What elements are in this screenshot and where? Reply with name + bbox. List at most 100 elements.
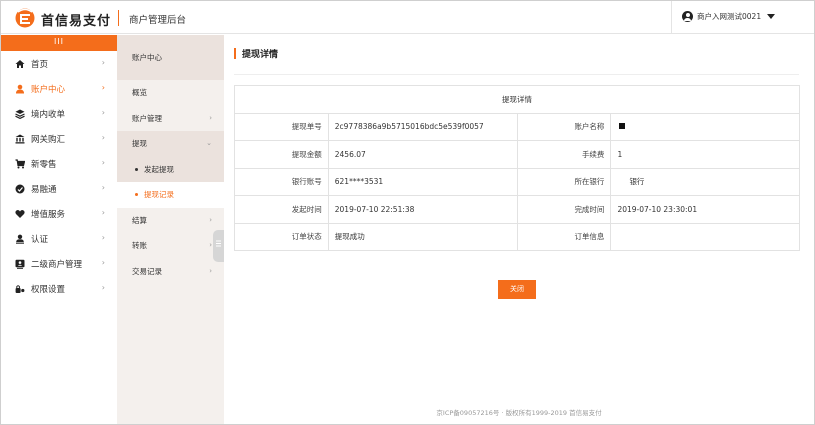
bank-name-value: 银行 [610,167,800,196]
subnav-title: 账户中心 [117,35,224,80]
sidebar-item-label: 易融通 [31,184,57,195]
chevron-right-icon: › [209,266,212,275]
field-label: 订单信息 [516,222,612,251]
sidebar-item-label: 网关购汇 [31,134,66,145]
sidebar-item-sub-merchant[interactable]: 二级商户管理 › [1,251,117,276]
page-title: 提现详情 [234,47,278,60]
subnav-item-label: 转账 [132,241,147,251]
sidebar-item-permissions[interactable]: 权限设置 › [1,276,117,301]
masked-name-icon [619,123,626,130]
account-name-value [610,112,800,141]
chevron-right-icon: › [209,241,212,249]
sidebar-item-label: 境内收单 [31,109,66,120]
bullet-icon [135,167,138,171]
user-menu[interactable]: 商户入网测试0021 [682,11,776,22]
bank-name-text: 银行 [629,177,645,187]
app-window: 首信易支付 商户管理后台 商户入网测试0021 III 首页 › 账户中心 › … [0,0,815,425]
order-status: 提现成功 [327,222,518,251]
sidebar-item-label: 权限设置 [31,284,66,295]
id-card-icon [15,259,25,269]
sidebar-item-label: 新零售 [31,159,57,170]
collapse-subnav-handle[interactable] [213,230,224,262]
subnav-item-label: 概览 [132,88,147,98]
sidebar-item-label: 二级商户管理 [31,259,83,270]
sidebar-item-domestic-acquiring[interactable]: 境内收单 › [1,101,117,126]
sidebar-item-value-added[interactable]: 增值服务 › [1,201,117,226]
subnav-item-transfer[interactable]: 转账 › [117,233,224,259]
bank-account-no: 621****3531 [327,167,518,196]
order-info-value [610,222,800,251]
chevron-right-icon: › [101,283,105,292]
top-header: 首信易支付 商户管理后台 商户入网测试0021 [1,1,814,34]
title-divider [234,74,799,75]
header-right-divider [671,1,672,34]
table-row: 提现金额 2456.07 手续费 1 [234,140,800,169]
chevron-right-icon: › [209,215,212,224]
heart-icon [15,209,25,219]
table-caption: 提现详情 [234,85,800,114]
initiated-time: 2019-07-10 22:51:38 [327,195,518,224]
bullet-icon [135,193,138,197]
sidebar-item-gateway-fx[interactable]: 网关购汇 › [1,126,117,151]
brand-logo-icon [15,8,35,28]
secondary-sidebar: 账户中心 概览 账户管理 › 提现 ⌄ 发起提现 提现记录 结算 › 转账 › [117,35,224,424]
close-button[interactable]: 关闭 [498,280,536,299]
table-row: 发起时间 2019-07-10 22:51:38 完成时间 2019-07-10… [234,195,800,224]
subnav-item-account-management[interactable]: 账户管理 › [117,106,224,132]
subnav-item-transactions[interactable]: 交易记录 › [117,259,224,285]
sidebar-toggle[interactable]: III [1,35,117,51]
subnav-item-label: 账户管理 [132,113,162,123]
chevron-right-icon: › [101,233,105,242]
caret-down-icon [767,14,776,19]
user-name: 商户入网测试0021 [697,12,762,21]
brand-name: 首信易支付 [41,14,112,29]
person-check-icon [15,234,25,244]
chevron-right-icon: › [101,58,105,67]
sidebar-item-yirongtong[interactable]: 易融通 › [1,176,117,201]
field-label: 账户名称 [516,112,612,141]
table-caption-row: 提现详情 [234,85,800,114]
main-content: 提现详情 提现详情 提现单号 2c9778386a9b5715016bdc5e5… [224,35,814,424]
layers-icon [15,109,25,119]
field-label: 订单状态 [234,222,329,251]
field-label: 银行账号 [234,167,329,196]
header-divider [118,10,119,26]
completed-time: 2019-07-10 23:30:01 [610,195,800,224]
account-icon [682,11,693,22]
footer-copyright: 京ICP备09057216号 · 版权所有1999-2019 首信易支付 [436,409,602,417]
table-row: 银行账号 621****3531 所在银行 银行 [234,167,800,196]
sidebar-item-account-center[interactable]: 账户中心 › [1,76,117,101]
menu-lines-icon [216,243,221,244]
field-label: 提现金额 [234,140,329,169]
subnav-item-label: 发起提现 [144,164,174,174]
console-title: 商户管理后台 [129,15,187,26]
subnav-item-label: 提现 [132,139,147,149]
field-label: 完成时间 [516,195,612,224]
subnav-item-withdraw[interactable]: 提现 ⌄ [117,131,224,157]
field-label: 发起时间 [234,195,329,224]
subnav-item-overview[interactable]: 概览 [117,80,224,106]
subnav-item-withdraw-records[interactable]: 提现记录 [117,182,224,208]
home-icon [15,59,25,69]
user-icon [15,84,25,94]
sidebar-item-home[interactable]: 首页 › [1,51,117,76]
subnav-item-initiate-withdraw[interactable]: 发起提现 [117,156,224,182]
circle-half-icon [15,184,25,194]
chevron-right-icon: › [101,183,105,192]
sidebar-item-label: 增值服务 [31,209,66,220]
chevron-right-icon: › [101,208,105,217]
withdraw-amount: 2456.07 [327,140,518,169]
fee-value: 1 [610,140,800,169]
bank-icon [15,134,25,144]
subnav-item-label: 提现记录 [144,190,174,200]
table-row: 订单状态 提现成功 订单信息 [234,222,800,251]
withdraw-order-no: 2c9778386a9b5715016bdc5e539f0057 [327,112,518,141]
subnav-item-settlement[interactable]: 结算 › [117,208,224,234]
chevron-right-icon: › [209,113,212,122]
sidebar-item-verification[interactable]: 认证 › [1,226,117,251]
cart-icon [15,158,25,169]
key-icon [15,284,25,294]
sidebar-item-label: 账户中心 [31,84,66,95]
field-label: 手续费 [516,140,612,169]
sidebar-item-new-retail[interactable]: 新零售 › [1,151,117,176]
